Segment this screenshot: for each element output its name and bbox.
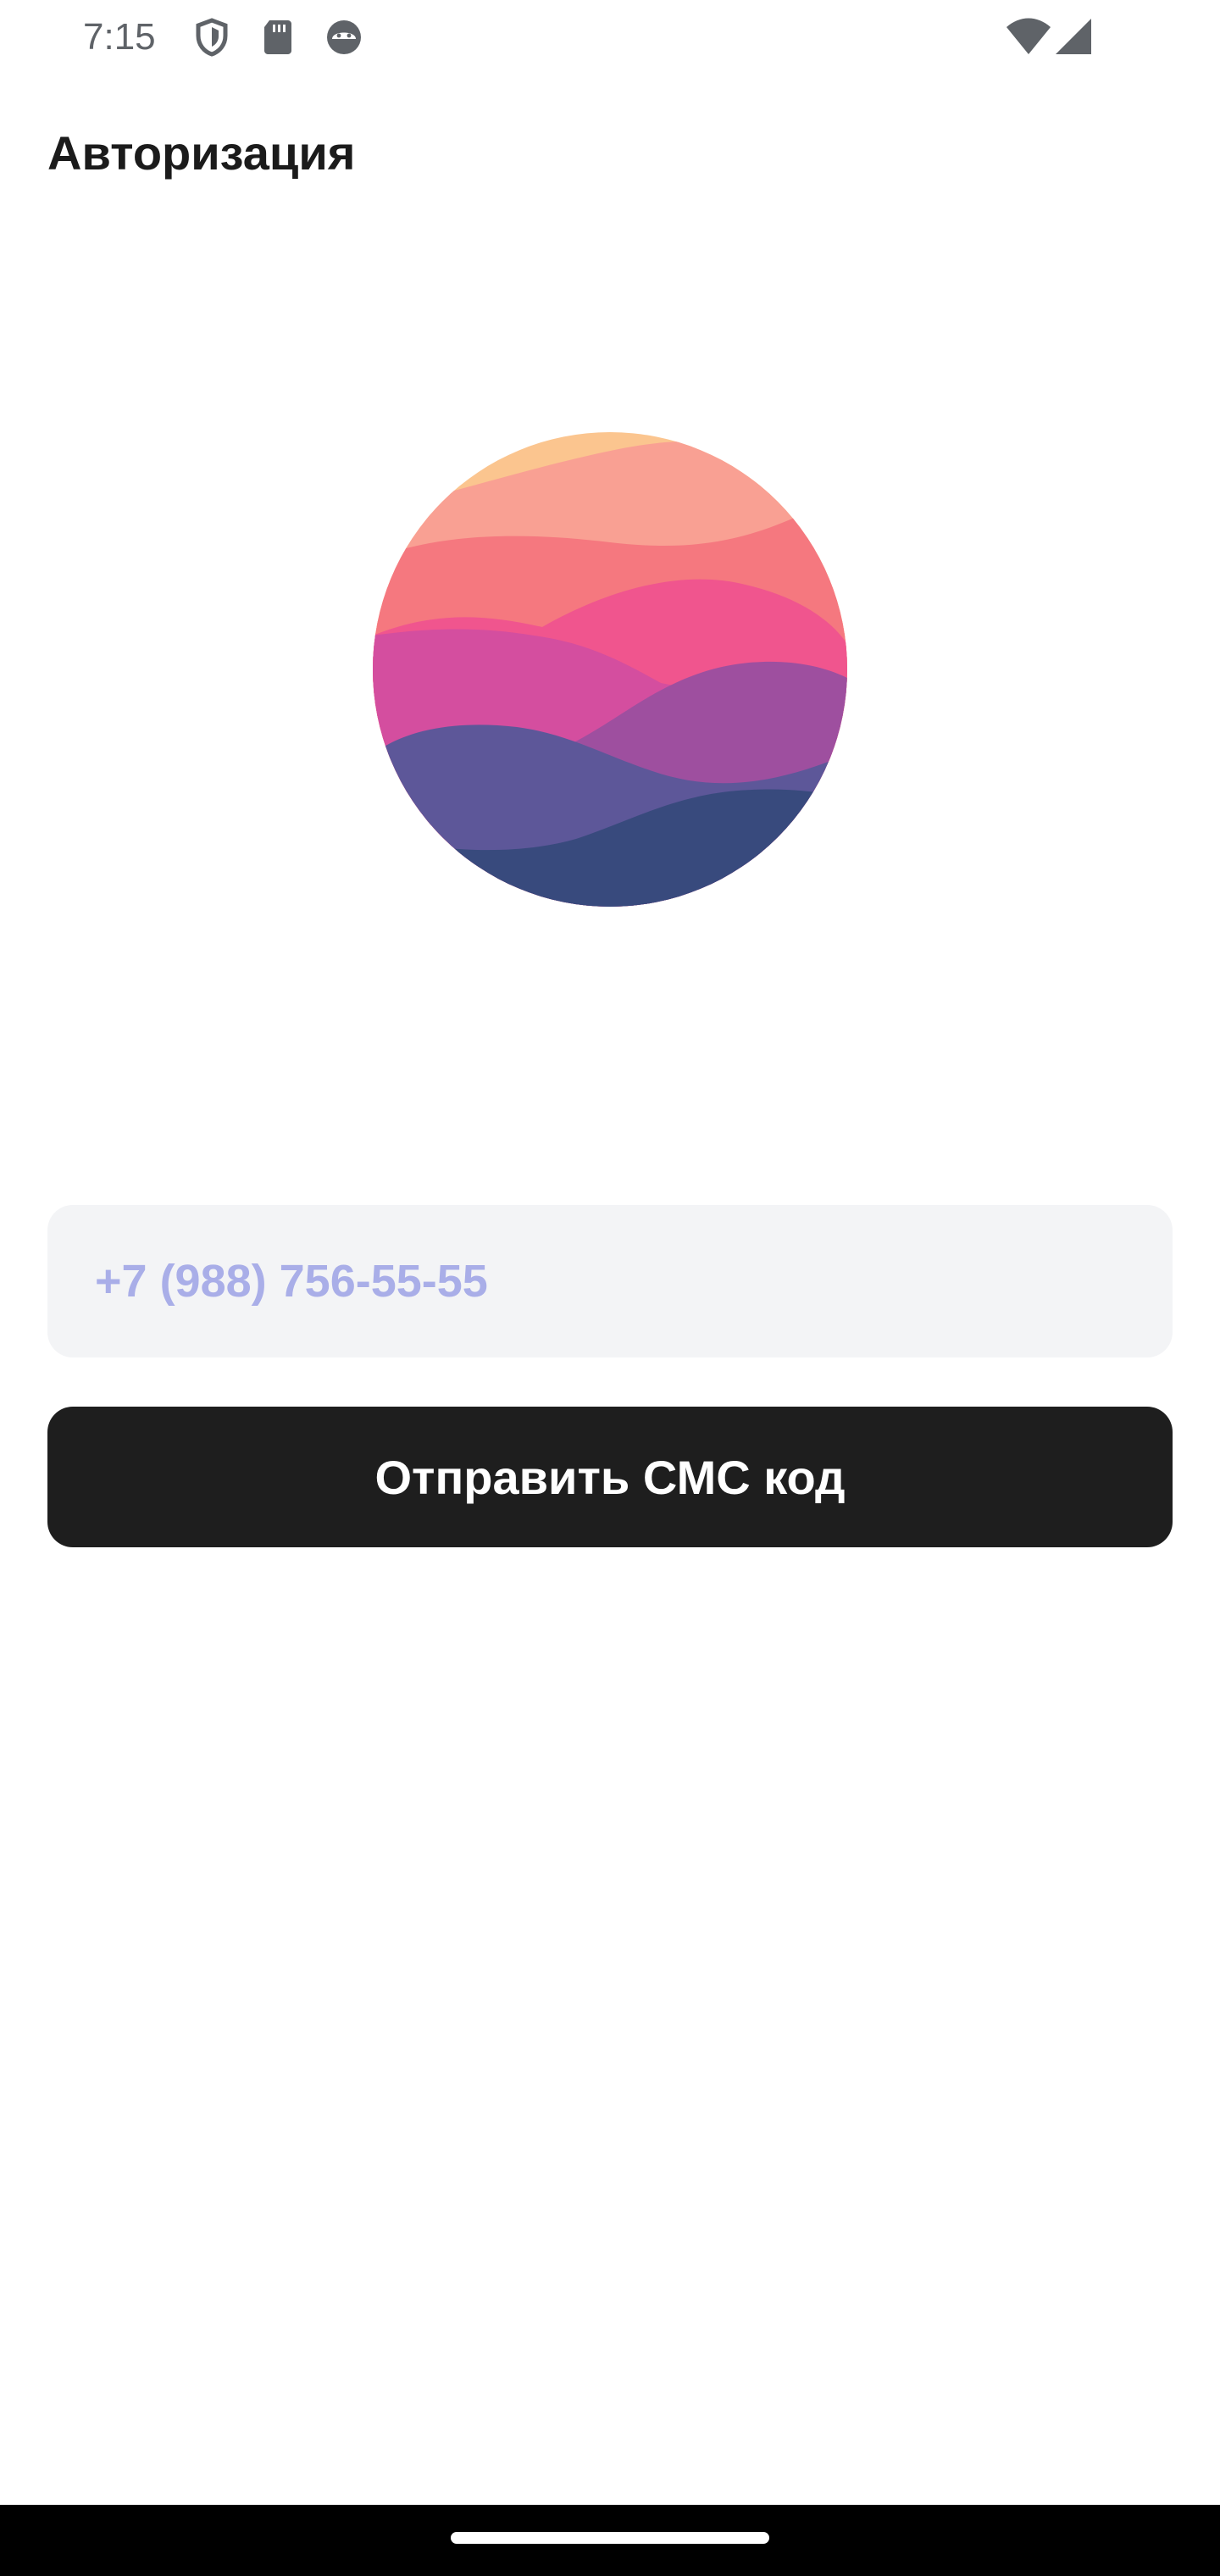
navigation-bar bbox=[0, 2505, 1220, 2576]
phone-input[interactable] bbox=[47, 1205, 1173, 1357]
cell-signal-icon bbox=[1056, 19, 1091, 54]
send-sms-button[interactable]: Отправить СМС код bbox=[47, 1407, 1173, 1547]
status-time: 7:15 bbox=[83, 16, 156, 58]
status-bar: 7:15 bbox=[0, 0, 1220, 75]
page-title: Авторизация bbox=[47, 126, 356, 180]
shield-icon bbox=[196, 18, 228, 57]
sunset-waves-logo bbox=[373, 432, 847, 907]
android-face-icon bbox=[327, 20, 361, 54]
wifi-icon bbox=[1006, 18, 1051, 54]
home-indicator[interactable] bbox=[451, 2532, 769, 2544]
sd-card-icon bbox=[264, 20, 291, 54]
